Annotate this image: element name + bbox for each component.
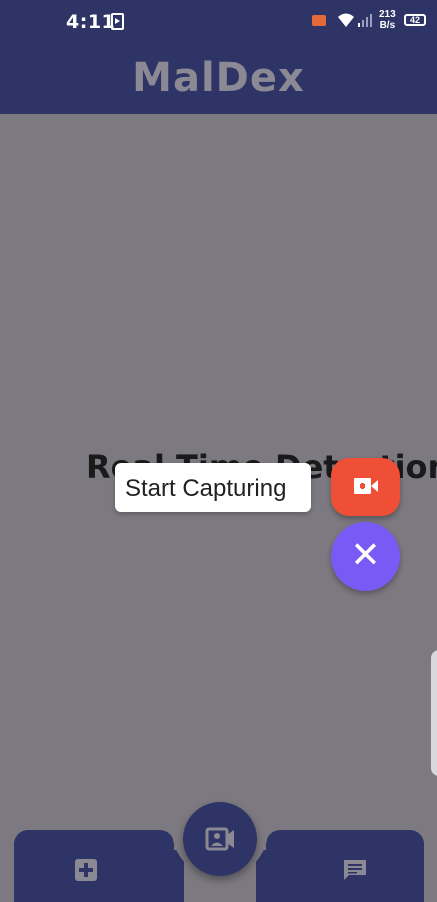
start-capturing-button[interactable] xyxy=(331,458,400,516)
network-speed-value: 213 xyxy=(379,9,396,20)
add-box-icon[interactable] xyxy=(74,858,98,882)
app-bar: MalDex xyxy=(0,40,437,114)
status-time: 4:11 xyxy=(66,11,116,33)
cast-icon xyxy=(312,15,326,26)
network-speed-unit: B/s xyxy=(379,20,396,31)
video-contact-icon xyxy=(205,827,234,851)
close-speed-dial-button[interactable]: ✕ xyxy=(331,522,400,591)
battery-level: 42 xyxy=(409,15,420,25)
app-title: MalDex xyxy=(132,55,305,101)
video-camera-icon xyxy=(354,478,378,494)
status-bar: 4:11 213 B/s 42 xyxy=(0,0,437,40)
close-icon: ✕ xyxy=(350,535,381,576)
start-capturing-tooltip[interactable]: Start Capturing xyxy=(115,463,311,512)
side-panel-handle[interactable] xyxy=(431,650,437,776)
video-contact-button[interactable] xyxy=(183,802,257,876)
battery-icon: 42 xyxy=(404,14,426,26)
wifi-icon xyxy=(338,13,354,27)
signal-icon xyxy=(358,14,372,27)
start-capturing-label: Start Capturing xyxy=(125,475,287,502)
chat-icon[interactable] xyxy=(342,858,368,882)
network-speed: 213 B/s xyxy=(379,9,396,31)
media-playing-icon xyxy=(111,13,124,30)
